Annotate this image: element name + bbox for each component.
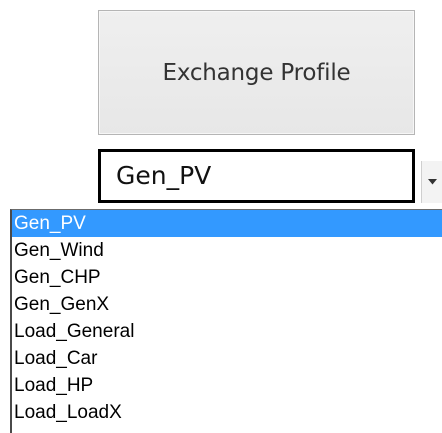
profile-dropdown-list[interactable]: Gen_PV Gen_Wind Gen_CHP Gen_GenX Load_Ge…: [10, 209, 442, 433]
list-item-gen-genx[interactable]: Gen_GenX: [12, 291, 442, 318]
exchange-profile-button[interactable]: Exchange Profile: [98, 10, 415, 135]
list-item-load-hp[interactable]: Load_HP: [12, 372, 442, 399]
combo-dropdown-button[interactable]: [421, 161, 442, 203]
list-item-gen-chp[interactable]: Gen_CHP: [12, 264, 442, 291]
list-item-load-loadx[interactable]: Load_LoadX: [12, 399, 442, 426]
combo-selected-value: Gen_PV: [116, 161, 212, 190]
list-item-load-general[interactable]: Load_General: [12, 318, 442, 345]
list-item-gen-pv[interactable]: Gen_PV: [12, 210, 442, 237]
profile-combo-box[interactable]: Gen_PV: [98, 149, 415, 203]
list-item-gen-wind[interactable]: Gen_Wind: [12, 237, 442, 264]
list-item-load-car[interactable]: Load_Car: [12, 345, 442, 372]
dropdown-arrow-icon: [427, 179, 437, 185]
